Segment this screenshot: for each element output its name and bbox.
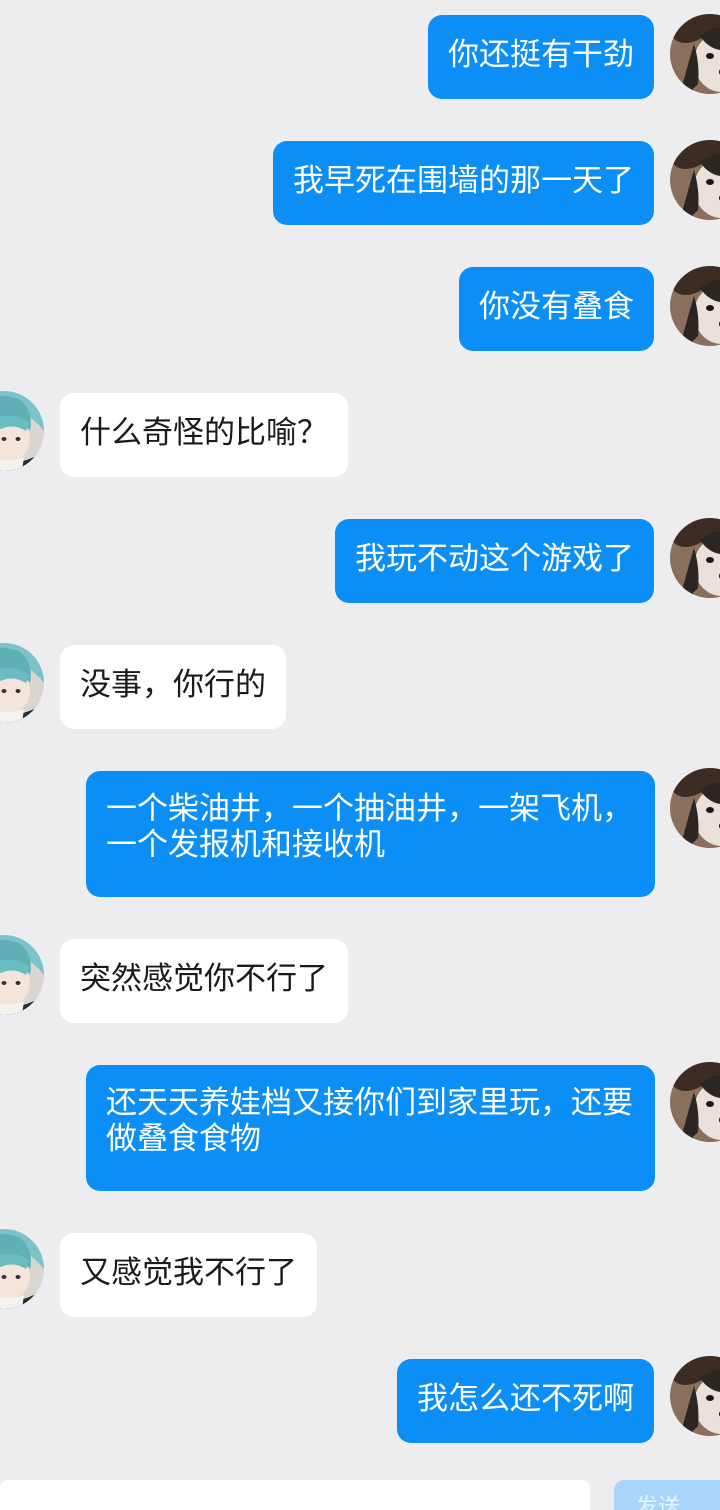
message-bubble-received: 又感觉我不行了 [60, 1233, 317, 1317]
message-bubble-received: 没事，你行的 [60, 645, 286, 729]
anime-girl-avatar-icon [0, 1229, 44, 1309]
message-bubble-sent: 一个柴油井，一个抽油井，一架飞机，一个发报机和接收机 [86, 771, 655, 897]
message-bubble-sent: 还天天养娃档又接你们到家里玩，还要做叠食食物 [86, 1065, 655, 1191]
self-avatar[interactable] [670, 1356, 720, 1436]
message-bubble-received: 突然感觉你不行了 [60, 939, 348, 1023]
husky-dog-avatar-icon [670, 768, 720, 848]
contact-avatar[interactable] [0, 1229, 44, 1309]
husky-dog-avatar-icon [670, 266, 720, 346]
chat-window: 你还挺有干劲 我早死在围墙的那一天了 你没有叠食 什么奇怪的比喻？ 我玩不动这个… [0, 0, 720, 1510]
message-input[interactable] [0, 1480, 590, 1510]
self-avatar[interactable] [670, 518, 720, 598]
husky-dog-avatar-icon [670, 14, 720, 94]
anime-girl-avatar-icon [0, 391, 44, 471]
message-bubble-sent: 你没有叠食 [459, 267, 654, 351]
message-bubble-received: 什么奇怪的比喻？ [60, 393, 348, 477]
husky-dog-avatar-icon [670, 140, 720, 220]
husky-dog-avatar-icon [670, 1356, 720, 1436]
anime-girl-avatar-icon [0, 935, 44, 1015]
husky-dog-avatar-icon [670, 518, 720, 598]
self-avatar[interactable] [670, 14, 720, 94]
message-bubble-sent: 我玩不动这个游戏了 [335, 519, 654, 603]
message-bubble-sent: 我怎么还不死啊 [397, 1359, 654, 1443]
husky-dog-avatar-icon [670, 1062, 720, 1142]
anime-girl-avatar-icon [0, 643, 44, 723]
self-avatar[interactable] [670, 140, 720, 220]
self-avatar[interactable] [670, 266, 720, 346]
contact-avatar[interactable] [0, 643, 44, 723]
contact-avatar[interactable] [0, 391, 44, 471]
contact-avatar[interactable] [0, 935, 44, 1015]
message-bubble-sent: 我早死在围墙的那一天了 [273, 141, 654, 225]
self-avatar[interactable] [670, 768, 720, 848]
message-bubble-sent: 你还挺有干劲 [428, 15, 654, 99]
send-button[interactable]: 发送 [614, 1480, 720, 1510]
self-avatar[interactable] [670, 1062, 720, 1142]
